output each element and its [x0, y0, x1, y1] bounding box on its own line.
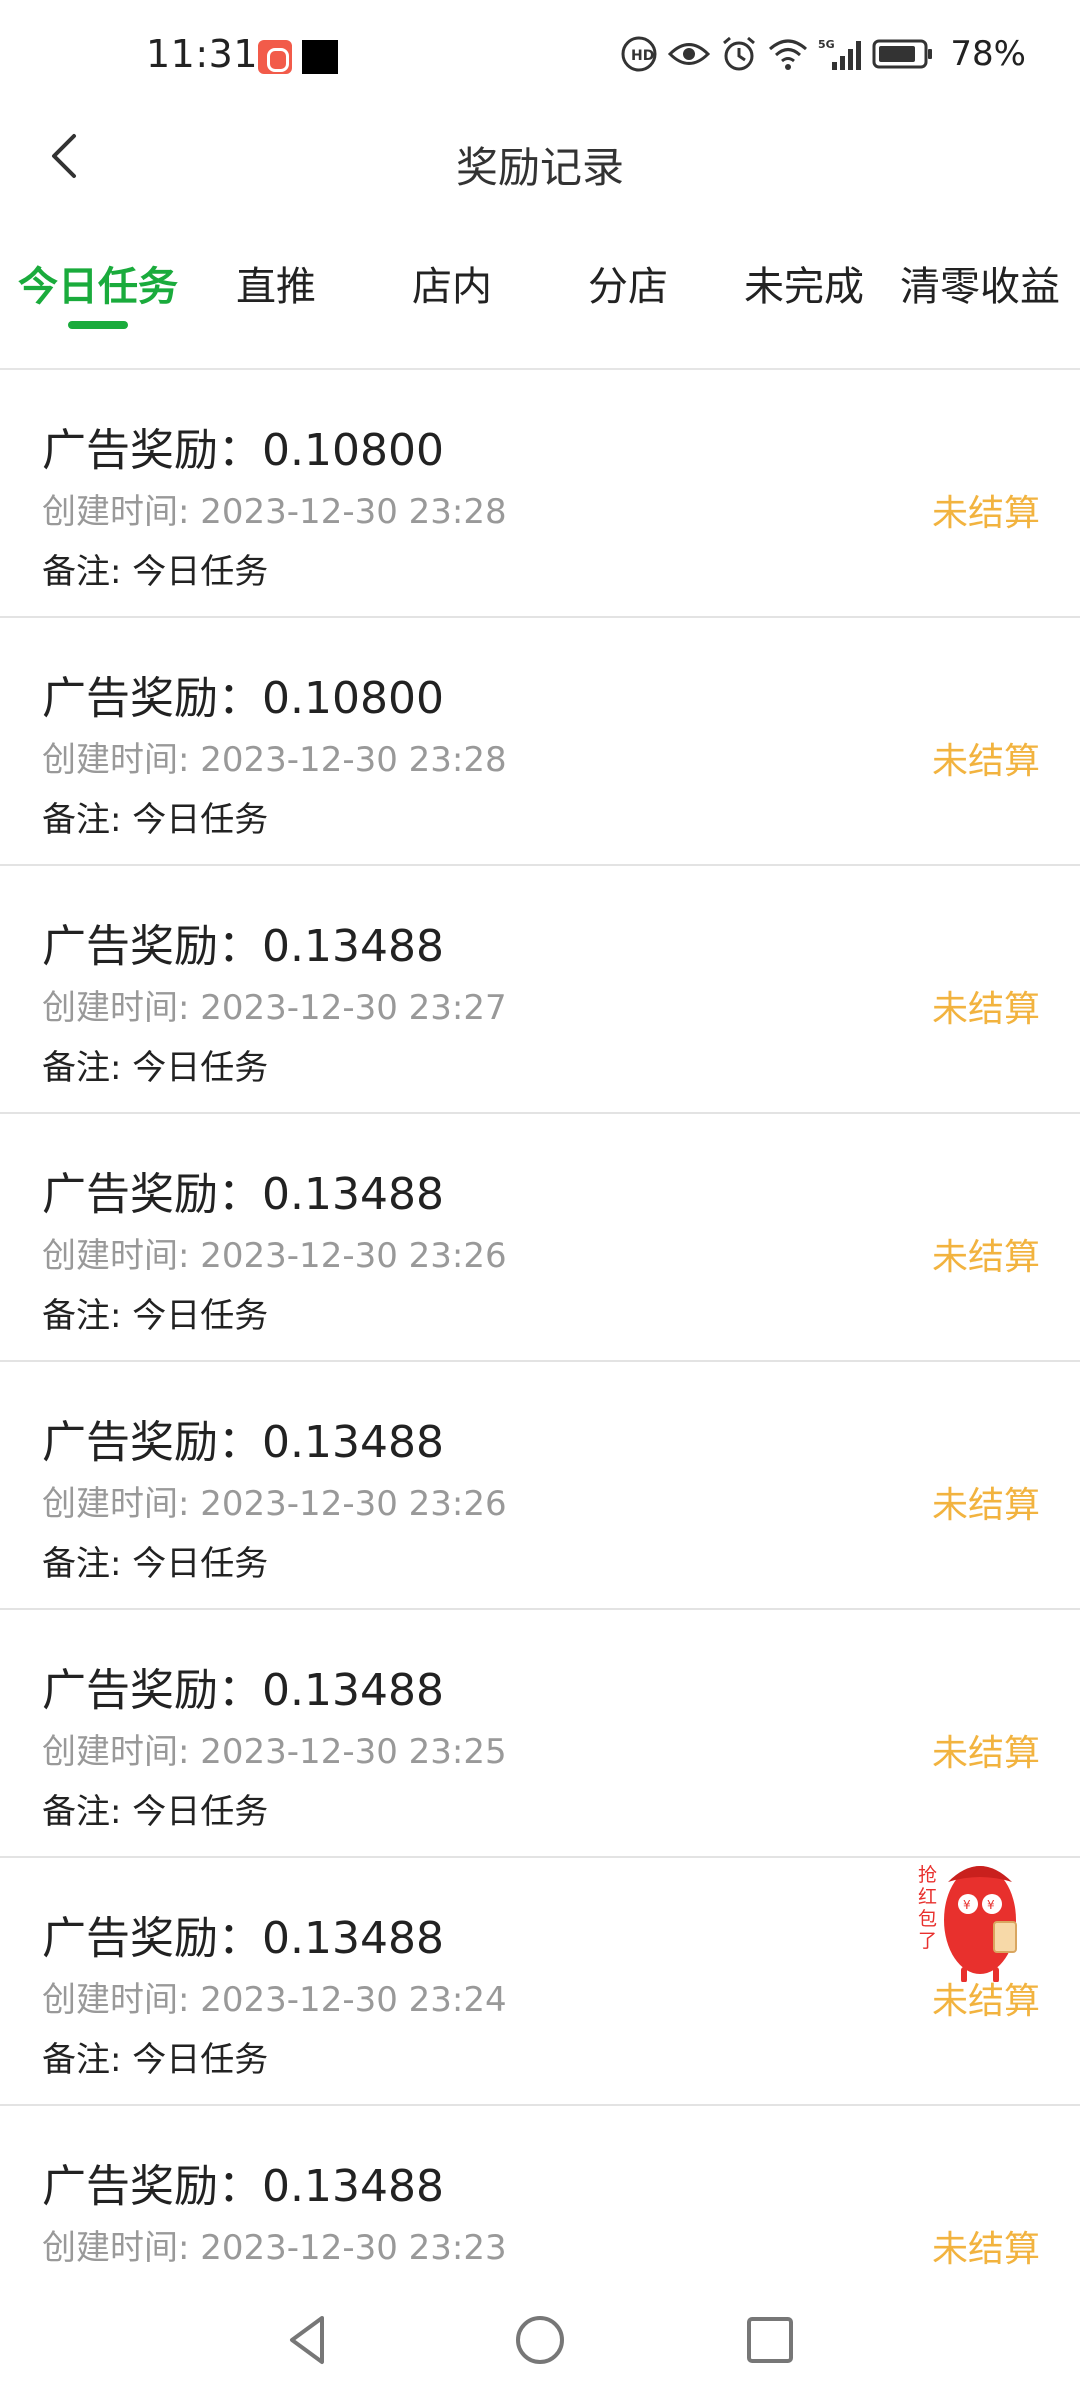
- reward-record-list: 广告奖励：0.10800 创建时间: 2023-12-30 23:28 备注: …: [0, 370, 1080, 2354]
- active-tab-indicator: [68, 321, 128, 329]
- redpack-label: 抢红包了: [918, 1864, 938, 1952]
- back-triangle-icon: [290, 2316, 324, 2364]
- status-badge: 未结算: [931, 2229, 1040, 2270]
- recents-square-icon: [747, 2317, 793, 2363]
- list-item[interactable]: 广告奖励：0.10800 创建时间: 2023-12-30 23:28 备注: …: [0, 618, 1080, 866]
- status-badge: 未结算: [931, 1237, 1040, 1278]
- status-badge: 未结算: [931, 989, 1040, 1030]
- remark: 备注: 今日任务: [42, 552, 269, 592]
- reward-title: 广告奖励：0.13488: [42, 1913, 444, 1964]
- created-time: 创建时间: 2023-12-30 23:24: [42, 1980, 507, 2020]
- page-title: 奖励记录: [455, 143, 624, 192]
- battery-icon: [872, 39, 933, 69]
- created-time: 创建时间: 2023-12-30 23:26: [42, 1484, 507, 1524]
- created-time: 创建时间: 2023-12-30 23:25: [42, 1732, 507, 1772]
- system-navigation-bar: [0, 2280, 1080, 2400]
- reward-title: 广告奖励：0.10800: [42, 673, 444, 724]
- list-item[interactable]: 广告奖励：0.13488 创建时间: 2023-12-30 23:26 备注: …: [0, 1114, 1080, 1362]
- created-time: 创建时间: 2023-12-30 23:28: [42, 740, 507, 780]
- page-header: 奖励记录: [0, 100, 1080, 224]
- nav-recents-button[interactable]: [740, 2310, 800, 2370]
- status-time: 11:31: [146, 32, 259, 76]
- created-time: 创建时间: 2023-12-30 23:26: [42, 1236, 507, 1276]
- status-badge: 未结算: [931, 1733, 1040, 1774]
- status-badge: 未结算: [931, 1485, 1040, 1526]
- list-item[interactable]: 广告奖励：0.10800 创建时间: 2023-12-30 23:28 备注: …: [0, 370, 1080, 618]
- status-badge: 未结算: [931, 493, 1040, 534]
- status-bar: 11:31 HD 5G 78%: [0, 0, 1080, 100]
- reward-title: 广告奖励：0.10800: [42, 425, 444, 476]
- tab-bar: 今日任务 直推 店内 分店 未完成 清零收益: [0, 224, 1080, 370]
- remark: 备注: 今日任务: [42, 1296, 269, 1336]
- reward-title: 广告奖励：0.13488: [42, 1169, 444, 1220]
- list-item[interactable]: 广告奖励：0.13488 创建时间: 2023-12-30 23:25 备注: …: [0, 1610, 1080, 1858]
- remark: 备注: 今日任务: [42, 1544, 269, 1584]
- eye-icon: [668, 43, 711, 65]
- wifi-icon: [769, 39, 808, 70]
- created-time: 创建时间: 2023-12-30 23:23: [42, 2228, 507, 2268]
- tab-branch[interactable]: 分店: [588, 254, 668, 334]
- created-time: 创建时间: 2023-12-30 23:28: [42, 492, 507, 532]
- reward-title: 广告奖励：0.13488: [42, 1665, 444, 1716]
- hd-call-icon: HD: [621, 36, 657, 72]
- reward-title: 广告奖励：0.13488: [42, 921, 444, 972]
- created-time: 创建时间: 2023-12-30 23:27: [42, 988, 507, 1028]
- nav-back-button[interactable]: [278, 2310, 338, 2370]
- signal-icon: 5G: [818, 38, 862, 70]
- remark: 备注: 今日任务: [42, 1792, 269, 1832]
- reward-title: 广告奖励：0.13488: [42, 1417, 444, 1468]
- home-circle-icon: [516, 2316, 564, 2364]
- battery-percent: 78%: [950, 34, 1026, 74]
- status-icons: HD 5G 78%: [620, 34, 1026, 74]
- black-square-icon: [302, 40, 338, 74]
- nav-home-button[interactable]: [510, 2310, 570, 2370]
- app-notification-icon: [258, 40, 292, 74]
- tab-incomplete[interactable]: 未完成: [744, 254, 864, 334]
- tab-in-store[interactable]: 店内: [412, 254, 492, 334]
- tab-cleared-earnings[interactable]: 清零收益: [900, 254, 1060, 334]
- status-badge: 未结算: [931, 741, 1040, 782]
- network-type: 5G: [818, 38, 835, 51]
- list-item[interactable]: 广告奖励：0.13488 创建时间: 2023-12-30 23:27 备注: …: [0, 866, 1080, 1114]
- reward-title: 广告奖励：0.13488: [42, 2161, 444, 2212]
- remark: 备注: 今日任务: [42, 2040, 269, 2080]
- alarm-icon: [723, 36, 756, 71]
- floating-redpack-button[interactable]: ¥ ¥ 抢红包了: [918, 1842, 1030, 1983]
- svg-text:¥: ¥: [987, 1898, 995, 1912]
- remark: 备注: 今日任务: [42, 800, 269, 840]
- svg-text:¥: ¥: [963, 1898, 971, 1912]
- remark: 备注: 今日任务: [42, 1048, 269, 1088]
- svg-text:HD: HD: [631, 48, 654, 64]
- tab-direct[interactable]: 直推: [236, 254, 316, 334]
- list-item[interactable]: 广告奖励：0.13488 创建时间: 2023-12-30 23:26 备注: …: [0, 1362, 1080, 1610]
